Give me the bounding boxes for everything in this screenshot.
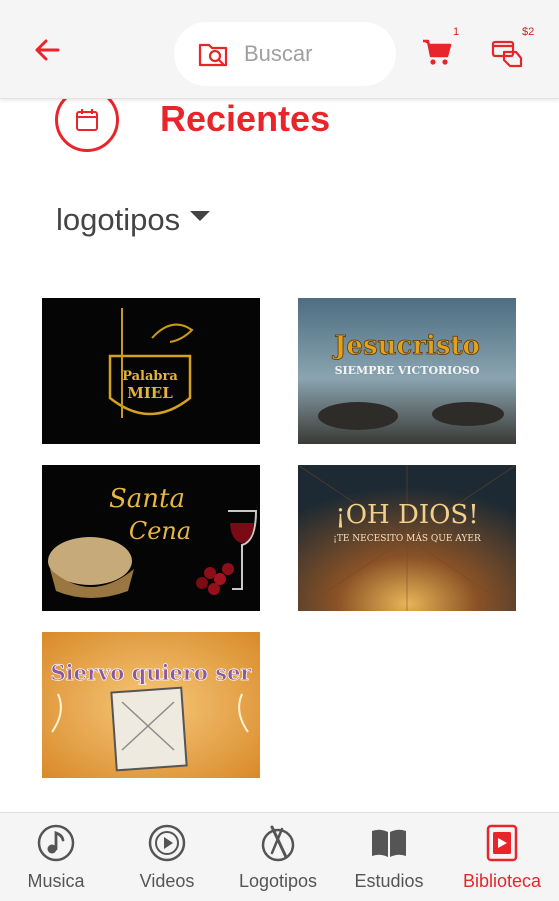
brush-palette-icon — [261, 825, 295, 862]
shopping-cart-icon — [423, 39, 452, 65]
music-note-icon — [37, 824, 75, 862]
folder-search-icon — [198, 43, 228, 67]
back-button[interactable] — [28, 30, 68, 70]
thumbnail-card-1[interactable]: Palabra MIEL — [42, 298, 260, 444]
thumbnail-5-line-1: Siervo quiero ser — [50, 660, 252, 685]
search-bar[interactable] — [174, 22, 396, 86]
category-dropdown[interactable]: logotipos — [56, 198, 211, 242]
thumbnail-image-1: Palabra MIEL — [42, 298, 260, 444]
cart-count-badge: 1 — [453, 26, 460, 38]
nav-label-logotipos: Logotipos — [238, 871, 318, 891]
cart-button[interactable] — [420, 34, 456, 70]
thumbnail-image-5: Siervo quiero ser — [42, 632, 260, 778]
thumbnail-4-line-2: ¡TE NECESITO MÁS QUE AYER — [333, 532, 481, 544]
nav-label-biblioteca: Biblioteca — [462, 871, 542, 891]
wallet-button[interactable] — [490, 34, 526, 70]
thumbnail-3-line-1: Santa — [109, 484, 185, 514]
payment-card-icon — [491, 40, 523, 68]
nav-label-videos: Videos — [139, 871, 195, 891]
arrow-left-icon — [35, 39, 60, 61]
open-book-icon — [372, 829, 406, 857]
thumbnail-2-line-1: Jesucristo — [332, 331, 480, 361]
thumbnail-card-2[interactable]: Jesucristo SIEMPRE VICTORIOSO — [298, 298, 516, 444]
thumbnail-card-5[interactable]: Siervo quiero ser — [42, 632, 260, 778]
thumbnail-image-3: Santa Cena — [42, 465, 260, 611]
thumbnail-4-line-1: ¡OH DIOS! — [335, 500, 478, 530]
nav-item-logotipos[interactable]: Logotipos — [222, 813, 334, 901]
thumbnail-1-line-1: Palabra — [122, 369, 178, 384]
thumbnail-2-line-2: SIEMPRE VICTORIOSO — [335, 364, 480, 377]
search-input[interactable] — [244, 36, 384, 72]
thumbnail-card-3[interactable]: Santa Cena — [42, 465, 260, 611]
bottom-navigation: Musica Videos Logotipos Estudios Bibliot… — [0, 812, 559, 901]
thumbnail-image-4: ¡OH DIOS! ¡TE NECESITO MÁS QUE AYER — [298, 465, 516, 611]
thumbnail-image-2: Jesucristo SIEMPRE VICTORIOSO — [298, 298, 516, 444]
section-title: Recientes — [160, 98, 331, 139]
calendar-icon — [76, 109, 98, 131]
nav-label-estudios: Estudios — [354, 871, 424, 891]
dropdown-caret-icon — [190, 211, 211, 221]
play-circle-icon — [148, 824, 186, 862]
nav-item-estudios[interactable]: Estudios — [333, 813, 445, 901]
thumbnail-3-line-2: Cena — [129, 517, 191, 545]
wallet-amount: $2 — [522, 26, 535, 38]
dropdown-selected-value: logotipos — [56, 202, 181, 237]
thumbnail-1-line-2: MIEL — [127, 384, 173, 402]
library-icon — [486, 824, 518, 862]
top-app-bar: 1 $2 — [0, 0, 559, 99]
nav-item-videos[interactable]: Videos — [111, 813, 223, 901]
nav-item-biblioteca[interactable]: Biblioteca — [446, 813, 558, 901]
thumbnail-card-4[interactable]: ¡OH DIOS! ¡TE NECESITO MÁS QUE AYER — [298, 465, 516, 611]
nav-item-musica[interactable]: Musica — [0, 813, 112, 901]
nav-label-musica: Musica — [27, 871, 85, 891]
